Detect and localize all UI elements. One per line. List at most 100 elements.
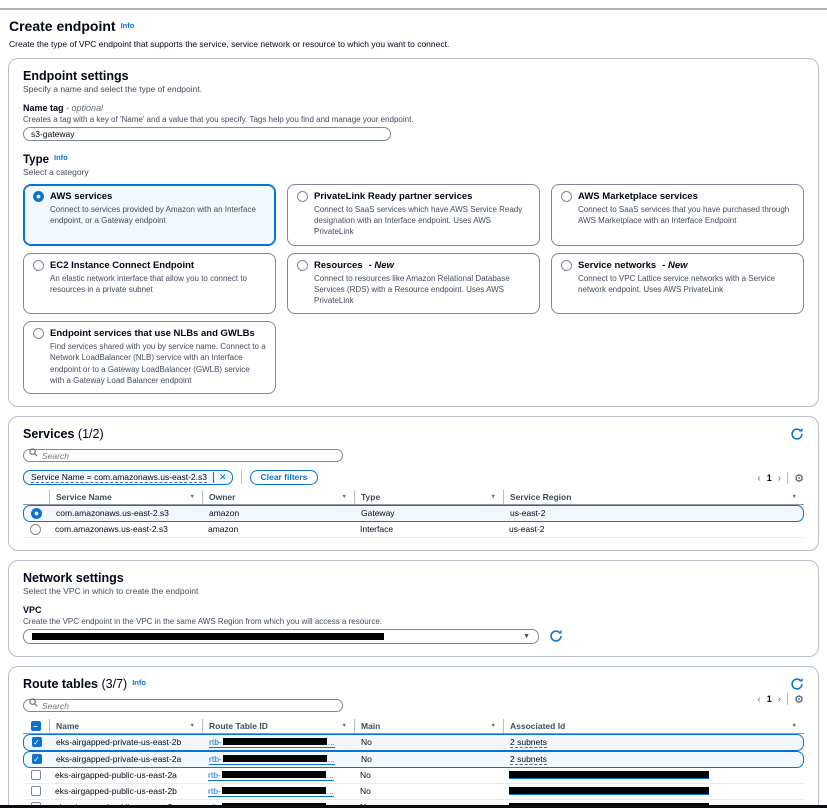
radio-selected-icon[interactable] bbox=[31, 508, 42, 519]
route-tables-pagination: ‹ 1 › ⚙ bbox=[757, 693, 804, 706]
radio-icon[interactable] bbox=[561, 191, 572, 202]
page-number[interactable]: 1 bbox=[767, 694, 772, 704]
network-settings-title: Network settings bbox=[23, 571, 804, 585]
sort-icon[interactable]: ▼ bbox=[792, 494, 797, 500]
type-option-description: Connect to SaaS services that you have p… bbox=[578, 204, 794, 226]
route-table-row[interactable]: ✓ eks-airgapped-private-us-east-2b rtb-.… bbox=[23, 734, 804, 751]
services-count: (1/2) bbox=[78, 427, 104, 441]
name-tag-input[interactable] bbox=[23, 127, 391, 141]
sort-icon[interactable]: ▼ bbox=[792, 723, 797, 729]
redacted-id bbox=[223, 738, 327, 745]
col-route-table-id: Route Table ID▼ bbox=[202, 719, 354, 733]
page-prev-icon[interactable]: ‹ bbox=[757, 694, 760, 705]
route-table-id-link[interactable]: rtb-... bbox=[208, 770, 334, 781]
sort-icon[interactable]: ▼ bbox=[190, 494, 195, 500]
page-next-icon[interactable]: › bbox=[778, 694, 781, 705]
route-tables-title-text: Route tables bbox=[23, 677, 98, 691]
route-table-id-link[interactable]: rtb-... bbox=[209, 754, 335, 765]
services-search-input[interactable] bbox=[23, 449, 343, 462]
rt-main-cell: No bbox=[355, 752, 504, 766]
select-all-checkbox-indeterminate[interactable]: – bbox=[31, 721, 41, 731]
services-title-text: Services bbox=[23, 427, 74, 441]
type-option-service-networks[interactable]: Service networks- New Connect to VPC Lat… bbox=[551, 253, 804, 315]
page-header: Create endpointInfo Create the type of V… bbox=[0, 10, 827, 49]
page-prev-icon[interactable]: ‹ bbox=[757, 473, 760, 484]
rtb-prefix: rtb- bbox=[209, 737, 222, 747]
col-service-name: Service Name▼ bbox=[49, 490, 202, 504]
route-tables-refresh-button[interactable] bbox=[790, 677, 804, 691]
route-table-row[interactable]: ✓ eks-airgapped-private-us-east-2a rtb-.… bbox=[23, 751, 804, 768]
services-table-header: Service Name▼ Owner▼ Type▼ Service Regio… bbox=[23, 490, 804, 505]
radio-icon[interactable] bbox=[30, 524, 41, 535]
rt-main-cell: No bbox=[354, 768, 503, 782]
radio-icon[interactable] bbox=[33, 328, 44, 339]
route-tables-search-input[interactable] bbox=[23, 699, 343, 712]
type-option-nlb-gwlb[interactable]: Endpoint services that use NLBs and GWLB… bbox=[23, 321, 276, 394]
type-info-link[interactable]: Info bbox=[54, 153, 68, 162]
type-option-resources[interactable]: Resources- New Connect to resources like… bbox=[287, 253, 540, 315]
col-label: Service Region bbox=[510, 492, 571, 502]
route-table-id-link[interactable]: rtb-... bbox=[209, 737, 335, 748]
type-option-label: Resources bbox=[314, 260, 363, 271]
route-table-row[interactable]: eks-airgapped-public-us-east-2b rtb-... … bbox=[23, 784, 804, 800]
sort-icon[interactable]: ▼ bbox=[342, 494, 347, 500]
checkbox-checked-icon[interactable]: ✓ bbox=[32, 754, 42, 764]
services-refresh-button[interactable] bbox=[790, 427, 804, 441]
checkbox-checked-icon[interactable]: ✓ bbox=[32, 737, 42, 747]
clear-filters-button[interactable]: Clear filters bbox=[250, 470, 319, 485]
page-info-link[interactable]: Info bbox=[121, 21, 135, 30]
selector-column bbox=[23, 495, 49, 499]
redacted-associated-id bbox=[509, 787, 709, 794]
page-title: Create endpointInfo bbox=[9, 18, 134, 34]
type-option-description: Find services shared with you by service… bbox=[50, 341, 266, 386]
checkbox-icon[interactable] bbox=[31, 770, 41, 780]
col-type: Type▼ bbox=[354, 490, 503, 504]
route-table-id-link[interactable]: rtb-... bbox=[208, 786, 334, 797]
type-option-ec2-instance-connect[interactable]: EC2 Instance Connect Endpoint An elastic… bbox=[23, 253, 276, 315]
type-option-marketplace[interactable]: AWS Marketplace services Connect to SaaS… bbox=[551, 184, 804, 246]
checkbox-icon[interactable] bbox=[31, 786, 41, 796]
route-table-row[interactable]: eks-airgapped-public-us-east-2a rtb-... … bbox=[23, 768, 804, 784]
sort-icon[interactable]: ▼ bbox=[342, 723, 347, 729]
radio-icon[interactable] bbox=[297, 191, 308, 202]
services-settings-gear-icon[interactable]: ⚙ bbox=[794, 472, 804, 485]
ellipsis: ... bbox=[328, 737, 335, 747]
type-option-label: AWS Marketplace services bbox=[578, 191, 698, 202]
radio-icon[interactable] bbox=[33, 260, 44, 271]
radio-icon[interactable] bbox=[561, 260, 572, 271]
service-row-interface[interactable]: com.amazonaws.us-east-2.s3 amazon Interf… bbox=[23, 522, 804, 538]
services-table: Service Name▼ Owner▼ Type▼ Service Regio… bbox=[23, 490, 804, 538]
type-option-aws-services[interactable]: AWS services Connect to services provide… bbox=[23, 184, 276, 246]
name-tag-hint: Creates a tag with a key of 'Name' and a… bbox=[23, 115, 804, 124]
route-tables-settings-gear-icon[interactable]: ⚙ bbox=[794, 693, 804, 706]
rt-associated-cell[interactable]: 2 subnets bbox=[510, 754, 547, 765]
name-tag-label-text: Name tag bbox=[23, 103, 64, 113]
rt-associated-link[interactable] bbox=[509, 787, 709, 795]
sort-icon[interactable]: ▼ bbox=[491, 723, 496, 729]
service-filter-token: Service Name = com.amazonaws.us-east-2.s… bbox=[23, 470, 233, 485]
service-owner-cell: amazon bbox=[202, 522, 354, 536]
type-option-privatelink-partner[interactable]: PrivateLink Ready partner services Conne… bbox=[287, 184, 540, 246]
sort-icon[interactable]: ▼ bbox=[190, 723, 195, 729]
radio-icon[interactable] bbox=[297, 260, 308, 271]
rt-main-cell: No bbox=[355, 735, 504, 749]
redacted-vpc-value bbox=[32, 633, 384, 640]
name-tag-label: Name tag - optional bbox=[23, 103, 804, 113]
page-next-icon[interactable]: › bbox=[778, 473, 781, 484]
vpc-select[interactable]: ▼ bbox=[23, 629, 539, 644]
page-number[interactable]: 1 bbox=[767, 473, 772, 483]
sort-icon[interactable]: ▼ bbox=[491, 494, 496, 500]
route-tables-info-link[interactable]: Info bbox=[132, 678, 146, 687]
type-option-description: Connect to resources like Amazon Relatio… bbox=[314, 273, 530, 307]
type-option-description: Connect to VPC Lattice service networks … bbox=[578, 273, 794, 295]
service-row-gateway[interactable]: com.amazonaws.us-east-2.s3 amazon Gatewa… bbox=[23, 505, 804, 522]
divider bbox=[241, 470, 242, 484]
radio-selected-icon[interactable] bbox=[33, 191, 44, 202]
redacted-id bbox=[222, 787, 326, 794]
col-label: Name bbox=[56, 721, 79, 731]
vpc-refresh-button[interactable] bbox=[549, 629, 563, 643]
filter-token-close-icon[interactable]: ✕ bbox=[213, 472, 232, 483]
rt-associated-link[interactable] bbox=[509, 771, 709, 779]
search-icon bbox=[29, 698, 38, 707]
rt-associated-cell[interactable]: 2 subnets bbox=[510, 737, 547, 748]
